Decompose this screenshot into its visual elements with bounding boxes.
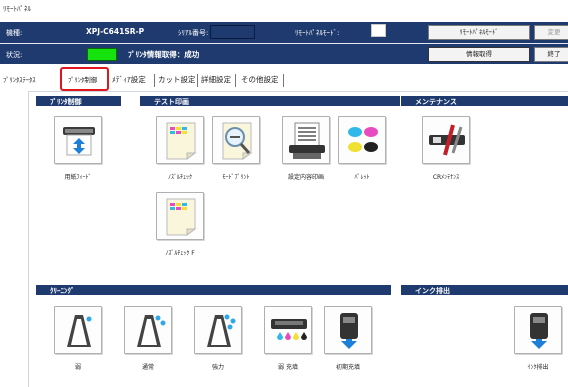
model-label: 機種: (6, 29, 23, 37)
tab-separator (235, 74, 236, 87)
remote-panel-window: ﾘﾓｰﾄﾊﾟﾈﾙ 機種: XPJ-C641SR-P ｼﾘｱﾙ番号: ﾘﾓｰﾄﾊﾟ… (0, 0, 568, 387)
clean-weak-button[interactable] (54, 306, 102, 354)
nozzle-check-icon (166, 122, 197, 160)
tab-cut-settings[interactable]: カット設定 (156, 72, 198, 89)
section-title: ﾌﾟﾘﾝﾀ制御 (50, 98, 82, 106)
tab-separator (154, 74, 155, 87)
mode-print-button[interactable] (212, 116, 260, 164)
settings-print-button[interactable] (282, 116, 330, 164)
cr-maintenance-icon (429, 124, 465, 156)
nozzle-check-label: ﾉｽﾞﾙﾁｪｯｸ (167, 174, 192, 181)
nozzle-check-f-label: ﾉｽﾞﾙﾁｪｯｸ F (165, 250, 195, 257)
clean-weak-fill-button[interactable] (264, 306, 312, 354)
status-value: ﾌﾟﾘﾝﾀ情報取得：成功 (128, 50, 200, 59)
section-ink-discharge: インク排出 (401, 285, 568, 295)
header-model-row: 機種: XPJ-C641SR-P ｼﾘｱﾙ番号: ﾘﾓｰﾄﾊﾟﾈﾙﾓｰﾄﾞ: ﾘ… (0, 22, 568, 43)
cleaning-strong-icon (207, 314, 236, 347)
section-cleaning: ｸﾘｰﾆﾝｸﾞ (36, 285, 391, 295)
tab-media-settings[interactable]: ﾒﾃﾞｨｱ設定 (110, 72, 148, 89)
tab-detail-settings[interactable]: 詳細設定 (199, 72, 233, 89)
cleaning-weak-icon (67, 315, 92, 347)
initial-fill-label: 初期充填 (335, 364, 360, 371)
status-indicator (87, 48, 117, 61)
tab-printer-status[interactable]: ﾌﾟﾘﾝﾀｽﾃｰﾀｽ (1, 72, 38, 89)
initial-fill-button[interactable] (324, 306, 372, 354)
section-title: ｸﾘｰﾆﾝｸﾞ (50, 287, 75, 295)
nozzle-check-f-icon (166, 198, 197, 236)
palette-button[interactable] (338, 116, 386, 164)
model-value: XPJ-C641SR-P (86, 27, 145, 36)
section-title: インク排出 (415, 287, 450, 295)
magnifier-icon (222, 122, 253, 160)
clean-weak-label: 弱 (74, 364, 81, 371)
remote-panel-mode-indicator (371, 24, 386, 37)
window-title: ﾘﾓｰﾄﾊﾟﾈﾙ (0, 0, 568, 16)
tab-other-settings[interactable]: その他設定 (239, 72, 281, 89)
clean-strong-button[interactable] (194, 306, 242, 354)
remote-panel-mode-button[interactable]: ﾘﾓｰﾄﾊﾟﾈﾙﾓｰﾄﾞ (428, 25, 530, 40)
section-title: メンテナンス (415, 98, 457, 106)
mode-print-label: ﾓｰﾄﾞﾌﾟﾘﾝﾄ (222, 174, 250, 181)
remote-panel-mode-label: ﾘﾓｰﾄﾊﾟﾈﾙﾓｰﾄﾞ: (295, 29, 340, 37)
clean-normal-button[interactable] (124, 306, 172, 354)
tab-separator (283, 74, 284, 87)
end-button[interactable]: 終了 (534, 47, 568, 62)
ink-discharge-label: ｲﾝｸ排出 (527, 364, 549, 371)
clean-normal-label: 通常 (141, 364, 154, 371)
info-get-button[interactable]: 情報取得 (428, 47, 530, 62)
tab-separator (197, 74, 198, 87)
section-title: テスト印画 (154, 98, 189, 106)
section-maintenance: メンテナンス (401, 96, 568, 106)
clean-weak-fill-label: 弱 充填 (278, 364, 298, 371)
section-test-print: テスト印画 (140, 96, 400, 106)
settings-print-icon (289, 122, 325, 159)
nozzle-check-button[interactable] (156, 116, 204, 164)
cleaning-normal-icon (137, 315, 166, 347)
ink-discharge-icon (530, 313, 548, 349)
cr-maintenance-button[interactable] (422, 116, 470, 164)
initial-fill-icon (340, 313, 358, 349)
cr-maintenance-label: CRﾒﾝﾃﾅﾝｽ (432, 174, 460, 181)
header-status-row: 状況: ﾌﾟﾘﾝﾀ情報取得：成功 情報取得 終了 (0, 43, 568, 64)
serial-value-box (210, 25, 255, 39)
paper-feed-label: 用紙ﾌｨｰﾄﾞ (64, 174, 92, 181)
change-button[interactable]: 変更 (534, 25, 568, 40)
paper-feed-icon (63, 127, 95, 156)
settings-print-label: 設定内容印画 (287, 174, 324, 181)
nozzle-check-f-button[interactable] (156, 192, 204, 240)
serial-label: ｼﾘｱﾙ番号: (178, 29, 209, 37)
palette-label: ﾊﾟﾚｯﾄ (354, 174, 370, 181)
clean-strong-label: 強力 (211, 364, 224, 371)
printer-control-panel: ﾌﾟﾘﾝﾀ制御 テスト印画 メンテナンス ｸﾘｰﾆﾝｸﾞ インク排出 用紙ﾌｨｰ… (28, 91, 568, 387)
active-tab-highlight (60, 67, 109, 91)
ink-discharge-button[interactable] (514, 306, 562, 354)
section-printer-control: ﾌﾟﾘﾝﾀ制御 (36, 96, 121, 106)
ink-fill-icon (271, 319, 307, 340)
palette-icon (348, 127, 378, 152)
status-label: 状況: (6, 51, 23, 59)
paper-feed-button[interactable] (54, 116, 102, 164)
